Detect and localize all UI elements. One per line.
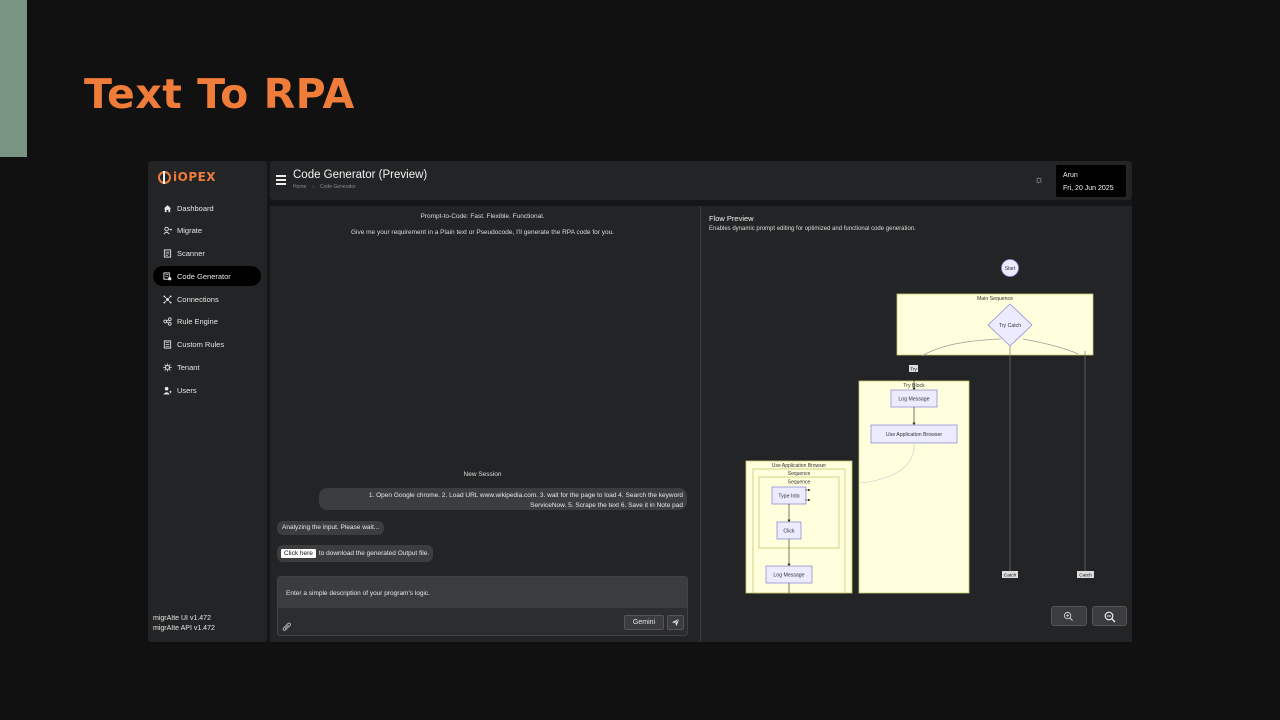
zoom-out-icon <box>1104 611 1116 623</box>
menu-icon[interactable] <box>276 175 286 185</box>
sidebar-item-rule-engine[interactable]: Rule Engine <box>153 312 261 332</box>
current-date: Fri, 20 Jun 2025 <box>1063 185 1114 192</box>
flow-node-log-message[interactable]: Log Message <box>765 565 813 584</box>
svg-text:Use Application Browser: Use Application Browser <box>886 432 942 438</box>
user-message-line: 1. Open Google chrome. 2. Load URL www.w… <box>368 492 683 499</box>
zoom-out-button[interactable] <box>1092 606 1127 626</box>
code-generator-icon <box>162 271 172 281</box>
flow-diagram: Start Main Sequence Try Catch Try Try Bl… <box>745 259 1094 594</box>
flow-node-log-message[interactable]: Log Message <box>890 389 938 408</box>
rule-engine-icon <box>162 317 172 327</box>
flow-node-type-into[interactable]: Type Into <box>771 486 807 505</box>
flow-label-catch: Catch <box>1002 571 1018 579</box>
user-info[interactable]: Arun Fri, 20 Jun 2025 <box>1056 165 1126 197</box>
user-name: Arun <box>1063 172 1078 179</box>
chat-panel: Prompt-to-Code: Fast. Flexible. Function… <box>270 206 701 642</box>
version-api: migrAIte API v1.472 <box>153 625 215 632</box>
connections-icon <box>162 294 172 304</box>
sidebar-item-tenant[interactable]: Tenant <box>153 358 261 378</box>
flow-label-try: Try <box>909 365 918 373</box>
sidebar-item-label: Scanner <box>177 249 205 259</box>
svg-text:Try Catch: Try Catch <box>999 323 1021 329</box>
svg-text:Catch: Catch <box>1079 573 1092 579</box>
prompt-input-area <box>278 577 687 608</box>
breadcrumb-home[interactable]: Home <box>293 184 306 190</box>
sidebar-item-users[interactable]: Users <box>153 380 261 400</box>
chat-heading: Prompt-to-Code: Fast. Flexible. Function… <box>420 213 545 220</box>
breadcrumb-separator: › <box>312 184 315 190</box>
sidebar-item-label: Custom Rules <box>177 340 225 350</box>
sidebar-item-label: Code Generator <box>177 271 231 281</box>
sidebar-item-connections[interactable]: Connections <box>153 289 261 309</box>
flow-label-catch: Catch <box>1077 571 1094 579</box>
sidebar: iOPEX Dashboard Migrate Scanner Code Gen… <box>148 161 267 642</box>
sidebar-item-dashboard[interactable]: Dashboard <box>153 198 261 218</box>
download-message: Click here to download the generated Out… <box>277 545 434 562</box>
svg-text:Try: Try <box>910 367 917 373</box>
sidebar-item-scanner[interactable]: Scanner <box>153 244 261 264</box>
session-label: New Session <box>463 471 502 478</box>
breadcrumb: Home › Code Generator <box>293 184 356 190</box>
zoom-in-icon <box>1063 611 1074 622</box>
version-info: migrAIte UI v1.472 migrAIte API v1.472 <box>153 614 215 634</box>
svg-text:Sequence: Sequence <box>788 480 811 486</box>
chat-subheading: Give me your requirement in a Plain text… <box>350 229 615 236</box>
version-ui: migrAIte UI v1.472 <box>153 615 211 622</box>
tenant-icon <box>162 363 172 373</box>
svg-text:Sequence: Sequence <box>788 471 811 477</box>
flow-node-use-application-browser[interactable]: Use Application Browser <box>870 424 958 444</box>
sidebar-item-label: Tenant <box>177 363 200 373</box>
download-button[interactable]: Click here <box>281 549 316 558</box>
download-text: to download the generated Output file. <box>318 550 430 557</box>
flow-node-start[interactable]: Start <box>1001 259 1019 277</box>
page-title: Code Generator (Preview) <box>293 169 428 181</box>
slide-title: Text To RPA <box>84 70 355 118</box>
svg-text:Start: Start <box>1005 266 1016 272</box>
model-selector[interactable]: Gemini <box>624 615 664 630</box>
breadcrumb-current: Code Generator <box>320 184 356 190</box>
sidebar-item-custom-rules[interactable]: Custom Rules <box>153 335 261 355</box>
flow-preview-panel: Flow Preview Enables dynamic prompt edit… <box>701 206 1132 642</box>
home-icon <box>162 203 172 213</box>
app-window: iOPEX Dashboard Migrate Scanner Code Gen… <box>148 161 1132 642</box>
svg-text:Log Message: Log Message <box>898 397 929 403</box>
header-bar: Code Generator (Preview) Home › Code Gener… <box>270 161 1132 200</box>
paperclip-icon[interactable] <box>282 619 292 631</box>
user-message-bubble: 1. Open Google chrome. 2. Load URL www.w… <box>319 488 687 510</box>
sidebar-item-code-generator[interactable]: Code Generator <box>153 266 261 287</box>
logo: iOPEX <box>158 170 216 184</box>
sidebar-item-label: Users <box>177 385 197 395</box>
svg-text:Use Application Browser: Use Application Browser <box>772 463 827 469</box>
sidebar-nav: Dashboard Migrate Scanner Code Generator <box>153 198 261 403</box>
slide-accent-bar <box>0 0 27 157</box>
logo-mark-icon <box>158 170 171 184</box>
user-message-line: ServiceNow. 5. Scrape the text 6. Save i… <box>530 502 683 509</box>
svg-text:Log Message: Log Message <box>773 573 804 579</box>
scanner-icon <box>162 249 172 259</box>
zoom-in-button[interactable] <box>1051 606 1087 626</box>
users-icon <box>162 385 172 395</box>
prompt-input[interactable] <box>286 588 676 598</box>
send-icon <box>671 618 680 627</box>
send-button[interactable] <box>667 615 684 630</box>
custom-rules-icon <box>162 340 172 350</box>
svg-text:Main Sequence: Main Sequence <box>977 296 1013 302</box>
svg-text:Click: Click <box>783 529 795 535</box>
flow-node-click[interactable]: Click <box>776 521 802 540</box>
logo-text: iOPEX <box>173 170 217 184</box>
status-message: Analyzing the input. Please wait... <box>277 521 385 535</box>
prompt-input-box: Gemini <box>277 576 688 636</box>
sun-icon[interactable]: ☼ <box>1033 174 1045 186</box>
sidebar-item-label: Migrate <box>177 226 203 236</box>
sidebar-item-label: Rule Engine <box>177 317 218 327</box>
svg-text:Type Into: Type Into <box>778 494 799 500</box>
sidebar-item-label: Connections <box>177 294 219 304</box>
migrate-icon <box>162 226 172 236</box>
svg-text:Catch: Catch <box>1004 573 1017 579</box>
sidebar-item-migrate[interactable]: Migrate <box>153 221 261 241</box>
sidebar-item-label: Dashboard <box>177 203 214 213</box>
